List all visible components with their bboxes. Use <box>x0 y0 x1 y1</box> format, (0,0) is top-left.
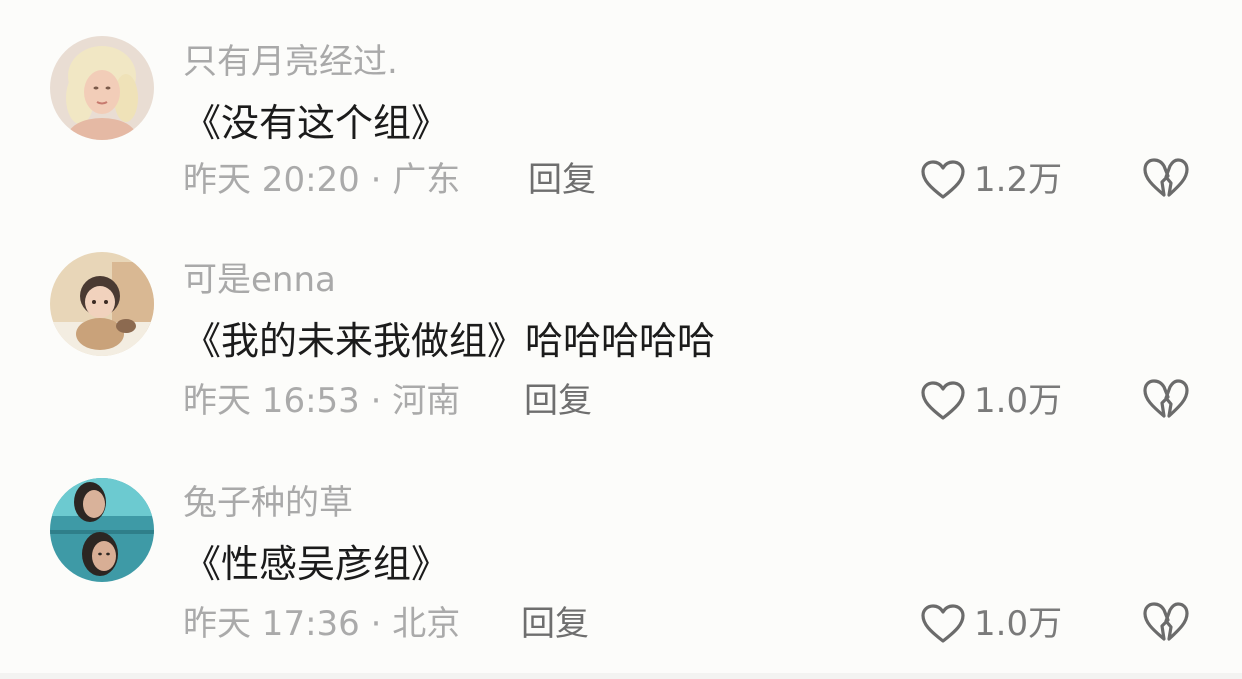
like-count: 1.0万 <box>974 381 1063 421</box>
comment-meta: 昨天 16:53 · 河南 <box>183 381 461 421</box>
like-button[interactable]: 1.0万 <box>920 378 1062 424</box>
reply-button[interactable]: 回复 <box>524 381 592 421</box>
comment-meta: 昨天 17:36 · 北京 <box>183 604 461 644</box>
avatar[interactable] <box>50 252 154 356</box>
broken-heart-icon <box>1143 602 1189 641</box>
bottom-edge <box>0 673 1242 679</box>
heart-outline-icon <box>921 381 965 420</box>
comment-text: 《我的未来我做组》哈哈哈哈哈 <box>183 319 716 363</box>
heart-outline-icon <box>921 604 965 643</box>
dislike-button[interactable] <box>1142 378 1190 424</box>
broken-heart-icon <box>1143 379 1189 418</box>
avatar[interactable] <box>50 478 154 582</box>
avatar-image <box>50 478 154 582</box>
like-count: 1.0万 <box>974 604 1063 644</box>
dislike-button[interactable] <box>1142 601 1190 647</box>
reply-button[interactable]: 回复 <box>521 604 589 644</box>
comment-item: 兔子种的草 《性感吴彦组》 昨天 17:36 · 北京 回复 1.0万 <box>0 0 1242 644</box>
comment-text: 《性感吴彦组》 <box>183 542 450 586</box>
like-button[interactable]: 1.0万 <box>920 601 1062 647</box>
username[interactable]: 可是enna <box>183 260 336 300</box>
username[interactable]: 兔子种的草 <box>183 483 353 523</box>
avatar-image <box>50 252 154 356</box>
